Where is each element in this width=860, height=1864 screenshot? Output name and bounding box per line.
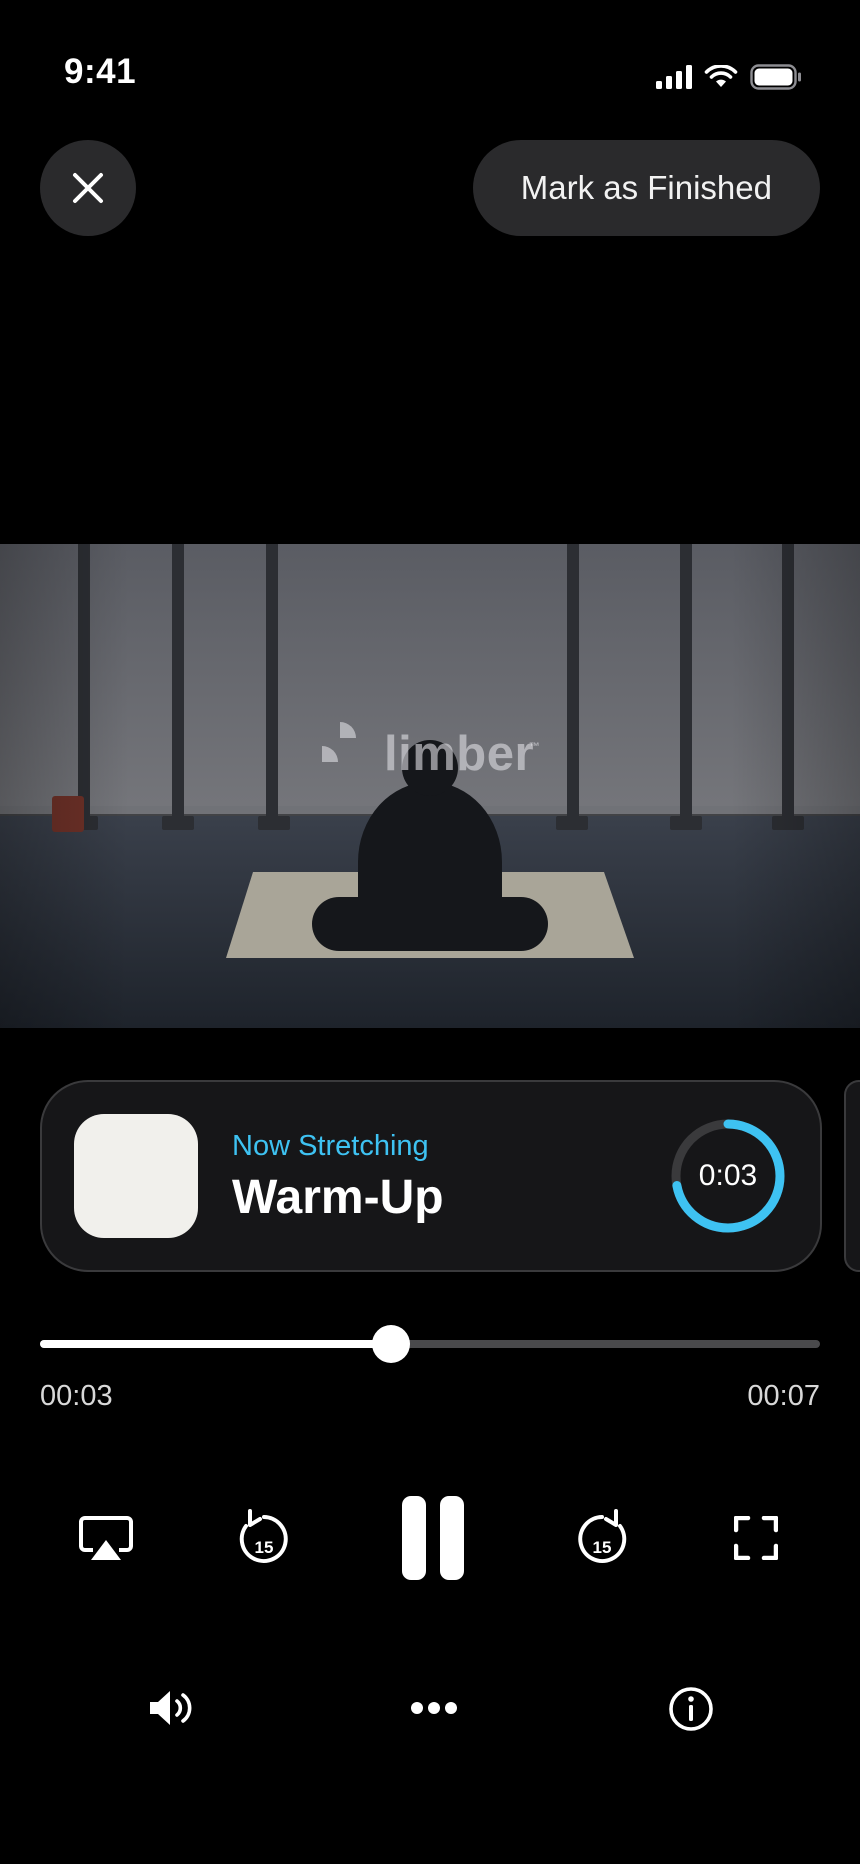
- fullscreen-icon: [734, 1516, 778, 1560]
- mark-as-finished-button[interactable]: Mark as Finished: [472, 140, 820, 236]
- airplay-button[interactable]: [76, 1508, 136, 1568]
- forward-15-icon: 15: [578, 1509, 627, 1563]
- svg-text:15: 15: [593, 1538, 612, 1557]
- info-button[interactable]: [666, 1684, 716, 1734]
- fullscreen-button[interactable]: [732, 1514, 780, 1562]
- more-options-button[interactable]: [408, 1696, 460, 1720]
- video-watermark-tm: ™: [529, 741, 540, 753]
- scrubber-progress: [40, 1340, 391, 1348]
- now-stretching-label: Now Stretching: [232, 1130, 429, 1162]
- close-icon: [73, 173, 103, 203]
- cellular-signal-icon: [656, 65, 692, 89]
- info-icon: [669, 1687, 713, 1731]
- battery-icon: [750, 64, 801, 90]
- status-time: 9:41: [64, 52, 137, 91]
- exercise-title: Warm-Up: [232, 1171, 444, 1224]
- video-player[interactable]: [0, 544, 860, 1028]
- countdown-timer: 0:03: [670, 1118, 786, 1234]
- rewind-15-button[interactable]: 15: [234, 1505, 294, 1571]
- pause-icon: [402, 1496, 464, 1580]
- volume-button[interactable]: [146, 1684, 198, 1732]
- volume-icon: [150, 1691, 192, 1725]
- more-icon: [411, 1702, 457, 1714]
- exercise-thumbnail: [74, 1114, 198, 1238]
- total-time: 00:07: [747, 1380, 820, 1412]
- rewind-15-icon: 15: [239, 1509, 288, 1563]
- close-button[interactable]: [40, 140, 136, 236]
- timer-value: 0:03: [698, 1159, 758, 1192]
- video-watermark: limber: [384, 727, 535, 781]
- video-frame: [0, 544, 860, 1028]
- airplay-icon: [79, 1516, 133, 1560]
- now-stretching-card[interactable]: Now Stretching Warm-Up 0:03: [40, 1080, 822, 1272]
- forward-15-button[interactable]: 15: [572, 1505, 632, 1571]
- playback-scrubber[interactable]: [40, 1325, 820, 1363]
- scrubber-handle[interactable]: [372, 1325, 410, 1363]
- svg-text:15: 15: [255, 1538, 274, 1557]
- status-icons: [656, 64, 802, 90]
- elapsed-time: 00:03: [40, 1380, 113, 1412]
- next-exercise-card[interactable]: [844, 1080, 860, 1272]
- pause-button[interactable]: [398, 1496, 468, 1580]
- wifi-icon: [704, 65, 738, 87]
